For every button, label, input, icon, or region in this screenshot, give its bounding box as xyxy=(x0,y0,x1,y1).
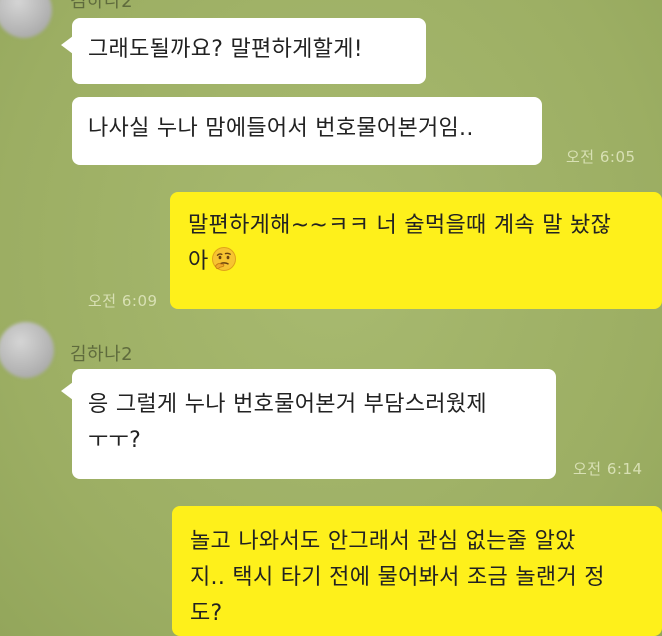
received-message-bubble[interactable]: 그래도될까요? 말편하게할게! xyxy=(72,18,426,84)
message-text-line: 응 그럴게 누나 번호물어본거 부담스러웠제 xyxy=(88,392,487,417)
message-timestamp: 오전 6:14 xyxy=(573,460,643,478)
received-message-bubble[interactable]: 응 그럴게 누나 번호물어본거 부담스러웠제 ㅜㅜ? xyxy=(72,369,556,479)
message-text-line: 말편하게해~~ㅋㅋ 너 술먹을때 계속 말 놨잖 xyxy=(188,213,612,238)
message-timestamp: 오전 6:09 xyxy=(88,292,158,310)
avatar[interactable] xyxy=(0,322,54,378)
message-text: 나사실 누나 맘에들어서 번호물어본거임.. xyxy=(88,116,474,141)
message-text-line-2: 아 xyxy=(188,244,662,280)
sent-message-bubble[interactable]: 말편하게해~~ㅋㅋ 너 술먹을때 계속 말 놨잖 아 xyxy=(170,192,662,309)
message-text: 그래도될까요? 말편하게할게! xyxy=(88,37,363,62)
sender-name: 김하나2 xyxy=(70,344,134,365)
message-text-line: 놀고 나와서도 안그래서 관심 없는줄 알았 xyxy=(190,529,576,554)
sender-name-top: 김하나2 xyxy=(70,0,134,12)
message-text-line: 지.. 택시 타기 전에 물어봐서 조금 놀랜거 정 xyxy=(190,565,605,590)
sent-message-bubble[interactable]: 놀고 나와서도 안그래서 관심 없는줄 알았 지.. 택시 타기 전에 물어봐서… xyxy=(172,506,662,636)
message-text-line: 도? xyxy=(190,601,223,626)
thinking-face-icon xyxy=(211,247,236,271)
message-text-line: ㅜㅜ? xyxy=(88,428,142,453)
message-timestamp: 오전 6:05 xyxy=(566,148,636,166)
received-message-bubble[interactable]: 나사실 누나 맘에들어서 번호물어본거임.. xyxy=(72,97,542,165)
